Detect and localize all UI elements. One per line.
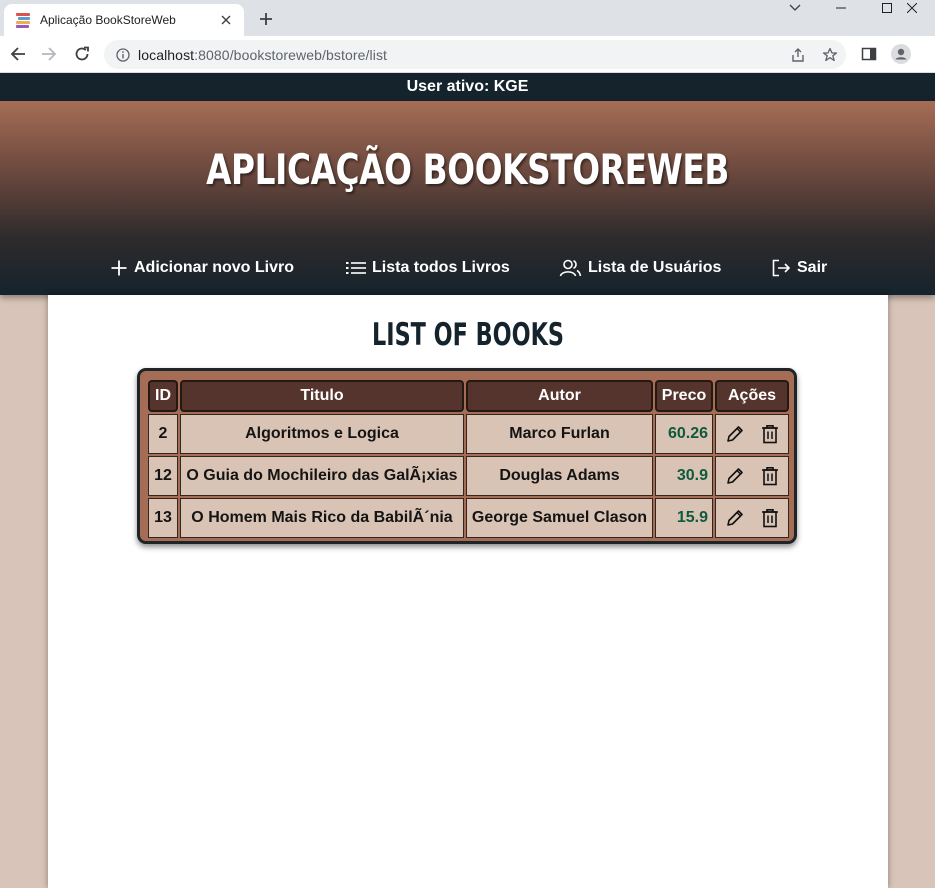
- cell-id: 12: [148, 456, 178, 496]
- cell-preco: 30.9: [655, 456, 713, 496]
- side-panel-icon[interactable]: [857, 42, 881, 66]
- books-favicon-icon: [16, 12, 32, 28]
- cell-preco: 15.9: [655, 498, 713, 538]
- users-icon: [559, 259, 582, 277]
- back-arrow-icon[interactable]: [6, 42, 30, 66]
- site-info-icon[interactable]: [116, 47, 130, 62]
- books-table: ID Titulo Autor Preco Ações 2 Algoritmos…: [146, 378, 791, 540]
- browser-tab[interactable]: Aplicação BookStoreWeb: [4, 4, 244, 36]
- delete-trash-icon[interactable]: [761, 508, 779, 528]
- share-icon[interactable]: [786, 40, 810, 69]
- nav-list-users[interactable]: Lista de Usuários: [559, 256, 721, 280]
- column-header-autor: Autor: [466, 380, 653, 412]
- table-row: 13 O Homem Mais Rico da BabilÃ´nia Georg…: [148, 498, 789, 538]
- delete-trash-icon[interactable]: [761, 424, 779, 444]
- cell-autor: Marco Furlan: [466, 414, 653, 454]
- app-header: APLICAÇÃO BOOKSTOREWEB Adicionar novo Li…: [0, 101, 935, 295]
- browser-tab-bar: Aplicação BookStoreWeb: [0, 0, 935, 36]
- cell-titulo: O Guia do Mochileiro das GalÃ¡xias: [180, 456, 464, 496]
- cell-acoes: [715, 414, 789, 454]
- url-path: :8080/bookstoreweb/bstore/list: [194, 46, 388, 63]
- url-text: localhost:8080/bookstoreweb/bstore/list: [138, 47, 387, 63]
- table-row: 2 Algoritmos e Logica Marco Furlan 60.26: [148, 414, 789, 454]
- active-user-bar: User ativo: KGE: [0, 73, 935, 101]
- nav-list-books[interactable]: Lista todos Livros: [346, 256, 510, 280]
- table-row: 12 O Guia do Mochileiro das GalÃ¡xias Do…: [148, 456, 789, 496]
- forward-arrow-icon[interactable]: [37, 42, 61, 66]
- edit-pencil-icon[interactable]: [725, 424, 745, 444]
- cell-acoes: [715, 456, 789, 496]
- column-header-id: ID: [148, 380, 178, 412]
- books-table-container: ID Titulo Autor Preco Ações 2 Algoritmos…: [137, 368, 797, 544]
- cell-autor: George Samuel Clason: [466, 498, 653, 538]
- cell-preco: 60.26: [655, 414, 713, 454]
- cell-id: 13: [148, 498, 178, 538]
- main-nav: Adicionar novo Livro Lista todos Livros …: [0, 256, 935, 280]
- edit-pencil-icon[interactable]: [725, 466, 745, 486]
- profile-avatar-icon[interactable]: [889, 42, 913, 66]
- column-header-titulo: Titulo: [180, 380, 464, 412]
- reload-icon[interactable]: [70, 42, 94, 66]
- logout-icon: [772, 259, 791, 277]
- cell-titulo: O Homem Mais Rico da BabilÃ´nia: [180, 498, 464, 538]
- minimize-icon[interactable]: [818, 0, 864, 16]
- tab-search-chevron-icon[interactable]: [772, 0, 818, 16]
- bookmark-star-icon[interactable]: [818, 40, 842, 69]
- column-header-preco: Preco: [655, 380, 713, 412]
- main-content: LIST OF BOOKS ID Titulo Autor Preco Açõe…: [48, 295, 888, 888]
- cell-acoes: [715, 498, 789, 538]
- close-window-icon[interactable]: [889, 0, 935, 16]
- url-host: localhost: [138, 46, 195, 63]
- nav-list-users-label: Lista de Usuários: [588, 259, 722, 276]
- cell-autor: Douglas Adams: [466, 456, 653, 496]
- cell-titulo: Algoritmos e Logica: [180, 414, 464, 454]
- cell-id: 2: [148, 414, 178, 454]
- tab-title: Aplicação BookStoreWeb: [40, 13, 176, 27]
- nav-logout-label: Sair: [797, 259, 828, 276]
- browser-toolbar: localhost:8080/bookstoreweb/bstore/list: [0, 36, 935, 73]
- edit-pencil-icon[interactable]: [725, 508, 745, 528]
- nav-add-book[interactable]: Adicionar novo Livro: [110, 256, 294, 280]
- plus-icon: [111, 260, 127, 276]
- delete-trash-icon[interactable]: [761, 466, 779, 486]
- new-tab-icon[interactable]: [254, 7, 278, 31]
- list-icon: [346, 262, 366, 274]
- app-title: APLICAÇÃO BOOKSTOREWEB: [206, 145, 729, 194]
- table-header-row: ID Titulo Autor Preco Ações: [148, 380, 789, 412]
- nav-add-book-label: Adicionar novo Livro: [134, 259, 295, 276]
- page-title: LIST OF BOOKS: [372, 317, 564, 353]
- nav-logout[interactable]: Sair: [771, 256, 827, 280]
- address-bar[interactable]: localhost:8080/bookstoreweb/bstore/list: [104, 40, 846, 69]
- tab-close-icon[interactable]: [214, 8, 238, 32]
- nav-list-books-label: Lista todos Livros: [372, 259, 510, 276]
- column-header-acoes: Ações: [715, 380, 789, 412]
